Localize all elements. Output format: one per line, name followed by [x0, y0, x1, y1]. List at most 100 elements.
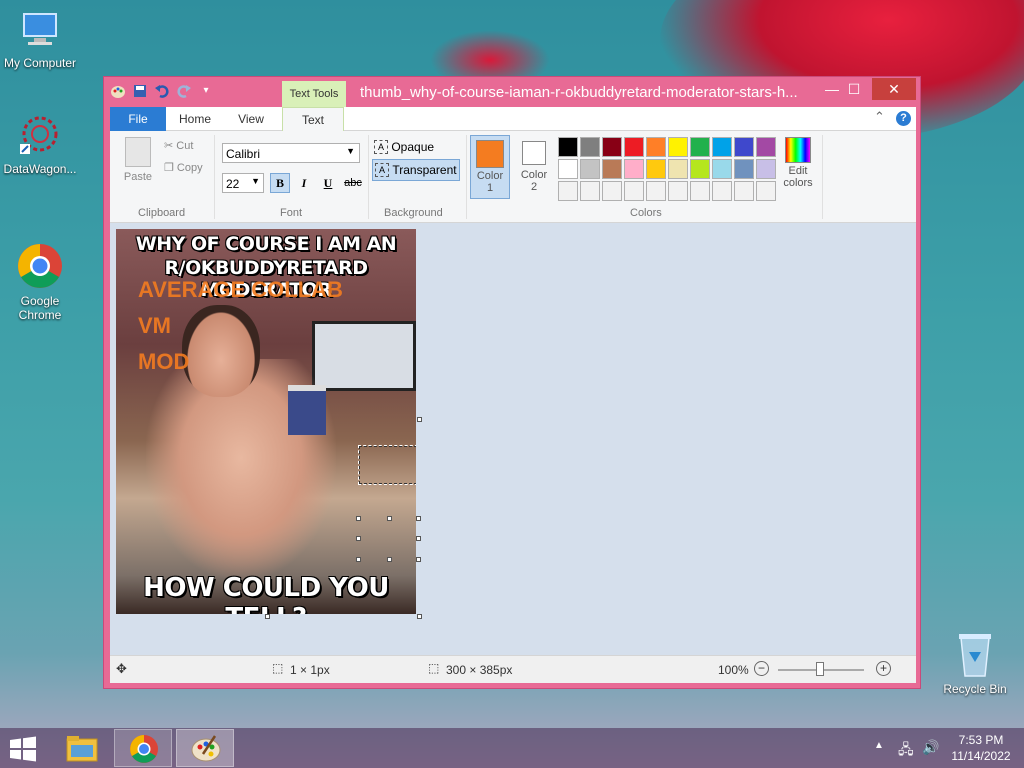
- copy-button[interactable]: ❐ Copy: [164, 161, 203, 174]
- selection-handle[interactable]: [356, 536, 361, 541]
- maximize-button[interactable]: ☐: [834, 78, 874, 100]
- tab-text[interactable]: Text: [282, 107, 344, 131]
- clock[interactable]: 7:53 PM 11/14/2022: [946, 732, 1016, 764]
- palette-color-swatch[interactable]: [580, 137, 600, 157]
- selection-handle[interactable]: [356, 516, 361, 521]
- network-icon[interactable]: 🖧: [898, 739, 914, 763]
- text-tools-contextual-tab: Text Tools: [282, 81, 346, 107]
- palette-color-swatch[interactable]: [624, 181, 644, 201]
- help-icon[interactable]: ?: [896, 111, 911, 126]
- save-icon[interactable]: [132, 83, 148, 99]
- palette-color-swatch[interactable]: [624, 137, 644, 157]
- selection-handle[interactable]: [356, 557, 361, 562]
- volume-icon[interactable]: 🔊: [922, 739, 939, 756]
- tab-home[interactable]: Home: [170, 107, 220, 131]
- canvas-resize-handle[interactable]: [265, 614, 270, 619]
- palette-color-swatch[interactable]: [558, 137, 578, 157]
- palette-color-swatch[interactable]: [646, 159, 666, 179]
- zoom-in-button[interactable]: +: [876, 661, 891, 676]
- palette-color-swatch[interactable]: [646, 181, 666, 201]
- paint-app-icon[interactable]: [110, 83, 126, 99]
- palette-color-swatch[interactable]: [580, 159, 600, 179]
- palette-color-swatch[interactable]: [756, 159, 776, 179]
- desktop-icon-google-chrome[interactable]: Google Chrome: [0, 214, 80, 336]
- transparent-icon: A: [375, 162, 389, 177]
- palette-color-swatch[interactable]: [734, 137, 754, 157]
- canvas-image[interactable]: WHY OF COURSE I AM AN R/OKBUDDYRETARD MO…: [116, 229, 416, 614]
- canvas-resize-handle[interactable]: [417, 614, 422, 619]
- palette-color-swatch[interactable]: [712, 159, 732, 179]
- palette-color-swatch[interactable]: [668, 137, 688, 157]
- palette-color-swatch[interactable]: [690, 159, 710, 179]
- window-title: thumb_why-of-course-iaman-r-okbuddyretar…: [360, 84, 798, 101]
- tab-view[interactable]: View: [226, 107, 276, 131]
- edit-colors-button[interactable]: Edit colors: [778, 137, 818, 197]
- show-hidden-icons-button[interactable]: ▲: [874, 740, 884, 751]
- desktop-icon-my-computer[interactable]: My Computer: [0, 8, 80, 70]
- divider: [214, 135, 215, 219]
- zoom-slider-thumb[interactable]: [816, 662, 824, 676]
- bold-button[interactable]: B: [270, 173, 290, 193]
- palette-color-swatch[interactable]: [558, 181, 578, 201]
- palette-color-swatch[interactable]: [756, 137, 776, 157]
- group-label-clipboard: Clipboard: [138, 207, 186, 219]
- italic-button[interactable]: I: [294, 173, 314, 193]
- color-wheel-icon: [785, 137, 811, 163]
- taskbar-chrome[interactable]: [114, 729, 172, 767]
- tab-file[interactable]: File: [110, 107, 166, 131]
- palette-color-swatch[interactable]: [734, 181, 754, 201]
- text-selection-box[interactable]: [358, 445, 416, 485]
- palette-color-swatch[interactable]: [668, 159, 688, 179]
- palette-color-swatch[interactable]: [668, 181, 688, 201]
- start-button[interactable]: [8, 736, 38, 762]
- color2-button[interactable]: Color 2: [514, 135, 554, 199]
- palette-color-swatch[interactable]: [690, 181, 710, 201]
- desktop-icon-recycle-bin[interactable]: Recycle Bin: [935, 630, 1015, 696]
- collapse-ribbon-icon[interactable]: ⌃: [874, 109, 885, 125]
- selection-handle[interactable]: [416, 516, 421, 521]
- customize-qat-icon[interactable]: ▾: [198, 83, 214, 99]
- cut-button[interactable]: ✂ Cut: [164, 139, 193, 152]
- selection-handle[interactable]: [416, 536, 421, 541]
- overlay-text-3: MOD: [138, 349, 190, 374]
- palette-color-swatch[interactable]: [602, 159, 622, 179]
- undo-icon[interactable]: [154, 83, 170, 99]
- taskbar-file-explorer[interactable]: [52, 729, 110, 767]
- palette-color-swatch[interactable]: [734, 159, 754, 179]
- selection-handle[interactable]: [387, 516, 392, 521]
- selection-handle[interactable]: [387, 557, 392, 562]
- underline-button[interactable]: U: [318, 173, 338, 193]
- palette-color-swatch[interactable]: [624, 159, 644, 179]
- person-head: [182, 305, 260, 397]
- palette-color-swatch[interactable]: [712, 181, 732, 201]
- palette-color-swatch[interactable]: [756, 181, 776, 201]
- color1-button[interactable]: Color 1: [470, 135, 510, 199]
- palette-color-swatch[interactable]: [558, 159, 578, 179]
- canvas-area[interactable]: WHY OF COURSE I AM AN R/OKBUDDYRETARD MO…: [110, 223, 916, 655]
- selection-handle[interactable]: [416, 557, 421, 562]
- redo-icon[interactable]: [176, 83, 192, 99]
- strikethrough-button[interactable]: abc: [340, 173, 366, 193]
- font-size-select[interactable]: 22 ▼: [222, 173, 264, 193]
- close-button[interactable]: ✕: [872, 78, 916, 100]
- palette-color-swatch[interactable]: [602, 181, 622, 201]
- group-label-colors: Colors: [630, 207, 662, 219]
- canvas-resize-handle[interactable]: [417, 417, 422, 422]
- color1-label: Color 1: [476, 170, 504, 194]
- palette-color-swatch[interactable]: [602, 137, 622, 157]
- opaque-button[interactable]: A Opaque: [374, 139, 434, 157]
- taskbar-paint[interactable]: [176, 729, 234, 767]
- palette-color-swatch[interactable]: [646, 137, 666, 157]
- transparent-button[interactable]: A Transparent: [372, 159, 460, 181]
- copy-icon: ❐: [164, 162, 177, 174]
- title-bar[interactable]: ▾ Text Tools thumb_why-of-course-iaman-r…: [104, 77, 920, 107]
- palette-color-swatch[interactable]: [580, 181, 600, 201]
- zoom-out-button[interactable]: −: [754, 661, 769, 676]
- desktop-icon-datawagon[interactable]: DataWagon...: [0, 114, 80, 176]
- font-family-select[interactable]: Calibri ▼: [222, 143, 360, 163]
- palette-color-swatch[interactable]: [690, 137, 710, 157]
- divider: [368, 135, 369, 219]
- paste-button[interactable]: Paste: [118, 137, 158, 183]
- quick-access-toolbar: ▾: [110, 83, 214, 99]
- palette-color-swatch[interactable]: [712, 137, 732, 157]
